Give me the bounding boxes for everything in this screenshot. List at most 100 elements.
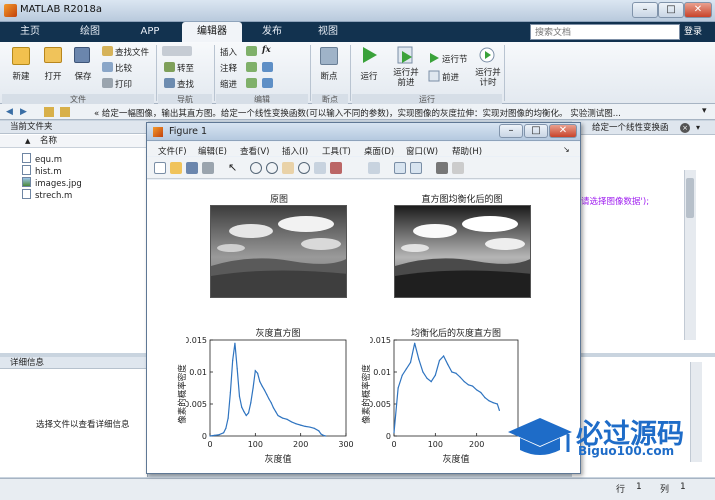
menu-help[interactable]: 帮助(H) xyxy=(452,145,482,157)
comment-icon[interactable] xyxy=(246,62,257,72)
indent-icon[interactable] xyxy=(246,78,257,88)
figure-logo-icon xyxy=(153,127,163,137)
tab-plots[interactable]: 绘图 xyxy=(62,22,118,42)
outdent-icon[interactable] xyxy=(262,78,273,88)
new-button[interactable]: 新建 xyxy=(6,70,36,82)
print-figure-icon[interactable] xyxy=(202,162,214,174)
find-files-button[interactable]: 查找文件 xyxy=(115,46,149,58)
menu-view[interactable]: 查看(V) xyxy=(240,145,269,157)
nav-back-icon[interactable]: ◀ xyxy=(6,107,13,117)
new-file-icon[interactable] xyxy=(12,47,30,65)
breakpoints-button[interactable]: 断点 xyxy=(314,70,344,82)
find-button[interactable]: 查找 xyxy=(177,78,194,90)
run-time-button[interactable]: 运行并 计时 xyxy=(472,68,504,88)
open-folder-icon[interactable] xyxy=(44,47,62,63)
run-advance-button[interactable]: 运行并 前进 xyxy=(390,68,422,88)
tab-home[interactable]: 主页 xyxy=(6,22,54,42)
data-point xyxy=(209,435,211,437)
advance-icon[interactable] xyxy=(428,70,440,82)
editor-tab[interactable]: 给定一个线性变换函 xyxy=(572,123,669,133)
goto-button[interactable]: 转至 xyxy=(177,62,194,74)
zoom-out-icon[interactable] xyxy=(266,162,278,174)
image-file-icon xyxy=(22,177,31,187)
colorbar-icon[interactable] xyxy=(394,162,406,174)
search-docs-input[interactable] xyxy=(530,24,680,40)
current-path[interactable]: « 给定一幅图像，输出其直方图。给定一个线性变换函数(可以输入不同的参数)，实现… xyxy=(94,107,684,119)
menu-dock-icon[interactable]: ↘ xyxy=(563,145,570,154)
ribbon-separator xyxy=(214,45,215,101)
data-point xyxy=(309,426,311,428)
tab-publish[interactable]: 发布 xyxy=(246,22,298,42)
tab-close-icon[interactable]: × xyxy=(680,123,690,133)
data-cursor-icon[interactable] xyxy=(314,162,326,174)
tab-view[interactable]: 视图 xyxy=(302,22,354,42)
pan-icon[interactable] xyxy=(282,162,294,174)
menu-insert[interactable]: 插入(I) xyxy=(282,145,308,157)
fx-button[interactable]: fx xyxy=(262,45,271,55)
menu-file[interactable]: 文件(F) xyxy=(158,145,187,157)
maximize-button[interactable]: □ xyxy=(658,2,684,18)
x-tick-label: 100 xyxy=(248,440,263,449)
file-list-item[interactable]: images.jpg xyxy=(22,177,82,189)
save-disk-icon[interactable] xyxy=(74,47,90,63)
show-tools-icon[interactable] xyxy=(452,162,464,174)
advance-button[interactable]: 前进 xyxy=(442,71,459,83)
insert-section-icon[interactable] xyxy=(246,46,257,56)
compare-button[interactable]: 比较 xyxy=(115,62,132,74)
save-button[interactable]: 保存 xyxy=(68,70,98,82)
pointer-icon[interactable]: ↖ xyxy=(228,162,240,174)
menu-tools[interactable]: 工具(T) xyxy=(322,145,351,157)
editor-menu-icon[interactable]: ▾ xyxy=(696,123,700,132)
sort-icon[interactable]: ▲ xyxy=(25,137,30,145)
uncomment-icon[interactable] xyxy=(262,62,273,72)
breakpoints-icon[interactable] xyxy=(320,47,338,65)
close-button[interactable]: ✕ xyxy=(684,2,712,18)
print-button[interactable]: 打印 xyxy=(115,78,132,90)
save-figure-icon[interactable] xyxy=(186,162,198,174)
comment-button[interactable]: 注释 xyxy=(220,62,237,74)
path-dropdown-icon[interactable]: ▾ xyxy=(702,106,707,116)
back-forward-icon[interactable] xyxy=(162,46,192,56)
scrollbar-thumb[interactable] xyxy=(686,178,694,218)
menu-desktop[interactable]: 桌面(D) xyxy=(364,145,394,157)
minimize-button[interactable]: – xyxy=(632,2,658,18)
open-file-icon[interactable] xyxy=(170,162,182,174)
zoom-in-icon[interactable] xyxy=(250,162,262,174)
up-folder-icon[interactable] xyxy=(44,107,54,117)
run-icon[interactable] xyxy=(360,46,378,64)
hide-tools-icon[interactable] xyxy=(436,162,448,174)
x-tick-label: 300 xyxy=(338,440,353,449)
file-list-item[interactable]: strech.m xyxy=(22,189,72,201)
file-list-item[interactable]: equ.m xyxy=(22,153,62,165)
file-list-item[interactable]: hist.m xyxy=(22,165,62,177)
new-figure-icon[interactable] xyxy=(154,162,166,174)
current-folder-title: 当前文件夹 xyxy=(0,121,148,134)
data-point xyxy=(304,425,306,427)
run-time-icon[interactable] xyxy=(478,46,496,64)
insert-button[interactable]: 插入 xyxy=(220,46,237,58)
data-point xyxy=(467,384,469,386)
brush-icon[interactable] xyxy=(330,162,342,174)
run-button[interactable]: 运行 xyxy=(354,70,384,82)
figure-maximize-button[interactable]: □ xyxy=(524,124,548,138)
run-section-icon[interactable] xyxy=(428,52,440,64)
open-button[interactable]: 打开 xyxy=(38,70,68,82)
run-section-button[interactable]: 运行节 xyxy=(442,53,468,65)
indent-button[interactable]: 缩进 xyxy=(220,78,237,90)
menu-edit[interactable]: 编辑(E) xyxy=(198,145,227,157)
tab-apps[interactable]: APP xyxy=(122,22,178,42)
figure-close-button[interactable]: ✕ xyxy=(549,124,577,138)
tab-editor[interactable]: 编辑器 xyxy=(182,22,242,42)
login-link[interactable]: 登录 xyxy=(684,24,702,40)
code-line[interactable]: ,'请选择图像数据'); xyxy=(576,195,649,207)
menu-window[interactable]: 窗口(W) xyxy=(406,145,438,157)
original-image xyxy=(210,205,347,298)
rotate-icon[interactable] xyxy=(298,162,310,174)
legend-icon[interactable] xyxy=(410,162,422,174)
figure-minimize-button[interactable]: – xyxy=(499,124,523,138)
browse-folder-icon[interactable] xyxy=(60,107,70,117)
run-advance-icon[interactable] xyxy=(397,46,415,64)
nav-forward-icon[interactable]: ▶ xyxy=(20,107,27,117)
name-column-header[interactable]: 名称 xyxy=(0,135,148,148)
link-plot-icon[interactable] xyxy=(368,162,380,174)
